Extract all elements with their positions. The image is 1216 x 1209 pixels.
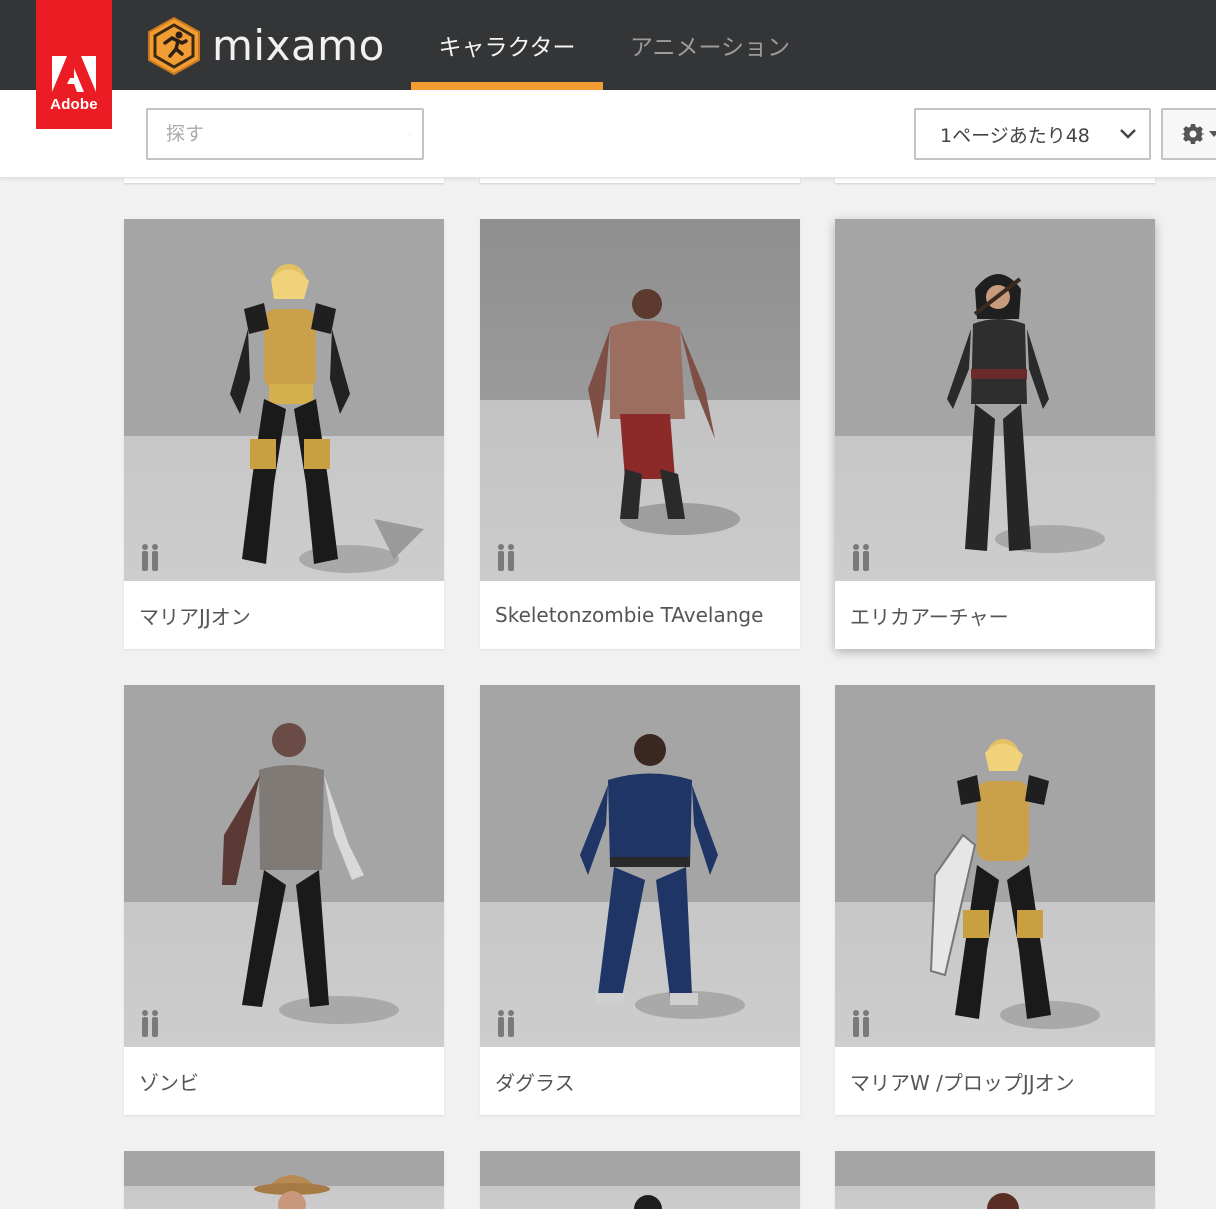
character-figure <box>580 734 745 1019</box>
character-figure <box>929 739 1100 1029</box>
brand-name: mixamo <box>212 21 385 70</box>
people-icon <box>853 1010 869 1037</box>
character-thumbnail <box>835 1151 1155 1209</box>
character-figure <box>987 1193 1019 1209</box>
people-icon <box>853 544 869 571</box>
adobe-label: Adobe <box>50 96 98 113</box>
character-name: エリカアーチャー <box>850 604 1009 629</box>
character-figure <box>588 289 740 535</box>
character-name: ゾンビ <box>139 1070 199 1095</box>
character-figure <box>222 723 399 1024</box>
character-card[interactable] <box>480 1151 800 1209</box>
character-figure <box>634 1195 662 1209</box>
character-card[interactable]: ゾンビ <box>124 685 444 1115</box>
adobe-a-icon <box>52 56 96 92</box>
character-name: マリアW /プロップJJオン <box>850 1070 1075 1095</box>
search-input[interactable] <box>148 110 409 158</box>
mixamo-logo[interactable]: mixamo <box>146 16 385 76</box>
per-page-value: 1ページあたり48 <box>940 124 1090 147</box>
character-card[interactable]: Skeletonzombie TAvelange <box>480 219 800 649</box>
adobe-logo[interactable]: Adobe <box>36 0 112 129</box>
character-figure <box>254 1175 330 1209</box>
gear-icon <box>1181 124 1205 144</box>
character-card[interactable]: ダグラス <box>480 685 800 1115</box>
people-icon <box>498 1010 514 1037</box>
chevron-down-icon <box>1120 129 1136 139</box>
character-thumbnail <box>480 1151 800 1209</box>
toolbar: 1ページあたり48 <box>0 90 1216 178</box>
people-icon <box>498 544 514 571</box>
character-thumbnail <box>480 685 800 1047</box>
people-icon <box>142 544 158 571</box>
character-card[interactable]: マリアW /プロップJJオン <box>835 685 1155 1115</box>
caret-down-icon <box>1209 131 1216 137</box>
character-thumbnail <box>480 219 800 581</box>
character-thumbnail <box>835 685 1155 1047</box>
character-thumbnail <box>835 219 1155 581</box>
character-card[interactable]: マリアJJオン <box>124 219 444 649</box>
tab-characters-label: キャラクター <box>438 35 576 61</box>
per-page-select[interactable]: 1ページあたり48 <box>914 108 1151 160</box>
previous-row-card <box>480 178 800 183</box>
character-figure <box>947 274 1105 553</box>
character-card[interactable]: エリカアーチャー <box>835 219 1155 649</box>
character-figure <box>230 264 424 573</box>
previous-row-card <box>835 178 1155 183</box>
mixamo-hexagon-icon <box>148 16 200 76</box>
character-thumbnail <box>124 685 444 1047</box>
tab-animations[interactable]: アニメーション <box>618 0 802 90</box>
character-name: ダグラス <box>495 1070 575 1095</box>
settings-dropdown-button[interactable] <box>1161 108 1216 160</box>
top-navigation-bar: mixamo キャラクター アニメーション <box>0 0 1216 90</box>
character-thumbnail <box>124 219 444 581</box>
search-box <box>146 108 424 160</box>
character-card[interactable] <box>835 1151 1155 1209</box>
search-icon[interactable] <box>409 121 410 147</box>
character-name: マリアJJオン <box>139 604 251 629</box>
character-name: Skeletonzombie TAvelange <box>495 603 764 627</box>
tab-characters[interactable]: キャラクター <box>411 0 603 90</box>
people-icon <box>142 1010 158 1037</box>
character-card[interactable] <box>124 1151 444 1209</box>
previous-row-card <box>124 178 444 183</box>
character-thumbnail <box>124 1151 444 1209</box>
tab-animations-label: アニメーション <box>629 35 791 61</box>
